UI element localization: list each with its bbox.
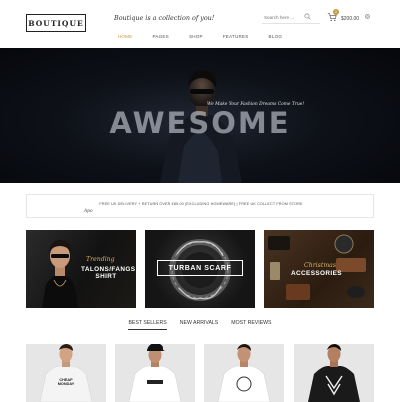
search-icon[interactable]	[304, 13, 311, 20]
product-card[interactable]	[204, 344, 284, 402]
banner-title-line1: TALONS/FANGS	[81, 266, 136, 273]
nav-item-shop[interactable]: SHOP	[189, 34, 203, 46]
product-shirt-print: CHEAP MONDAY	[53, 378, 79, 386]
tab-new-arrivals[interactable]: NEW ARRIVALS	[180, 320, 219, 330]
banner-title-line2: SHIRT	[95, 273, 117, 281]
banner-title-accessories: ACCESSORIES	[291, 270, 342, 277]
product-image	[308, 344, 360, 402]
tab-best-sellers[interactable]: BEST SELLERS	[128, 320, 167, 330]
product-card[interactable]	[115, 344, 195, 402]
promo-banner-turban-scarf[interactable]: TURBAN SCARF	[145, 230, 255, 308]
cart-total[interactable]: $200.00	[341, 16, 359, 22]
banner-accessories-image	[268, 234, 366, 300]
banner-script-trending: Trending	[86, 256, 115, 263]
promo-banner-talons-shirt[interactable]: Trending TALONS/FANGS SHIRT	[26, 230, 136, 308]
nav-item-features[interactable]: FEATURES	[223, 34, 249, 46]
cart-count-badge: 0	[333, 9, 339, 15]
nav-item-pages[interactable]: PAGES	[152, 34, 169, 46]
product-image	[128, 344, 182, 402]
banner-title-talons: TALONS/FANGS SHIRT	[81, 266, 136, 281]
site-logo[interactable]: BOUTIQUE	[26, 14, 86, 32]
search-input[interactable]	[262, 12, 320, 24]
shirt-print-line2: MONDAY	[57, 381, 75, 386]
settings-icon[interactable]	[364, 13, 371, 20]
site-tagline: Boutique is a collection of you!	[114, 14, 215, 22]
delivery-signature: Apo	[84, 209, 93, 214]
product-image	[217, 344, 271, 402]
tab-most-reviews[interactable]: MOST REVIEWS	[231, 320, 271, 330]
banner-model-image	[42, 240, 78, 308]
banner-script-christmas: Christmas	[304, 262, 337, 269]
nav-item-blog[interactable]: BLOG	[269, 34, 283, 46]
main-nav: HOME PAGES SHOP FEATURES BLOG	[0, 34, 400, 46]
delivery-notice: FREE UK DELIVERY + RETURN OVER £85.00 (E…	[26, 194, 374, 218]
hero-banner[interactable]: We Make Your Fashion Dreams Come True! A…	[0, 48, 400, 183]
banner-title-turban-scarf: TURBAN SCARF	[157, 260, 243, 276]
hero-title: AWESOME	[109, 106, 291, 140]
product-card[interactable]	[294, 344, 374, 402]
product-image	[39, 344, 93, 402]
product-card[interactable]: CHEAP MONDAY	[26, 344, 106, 402]
product-tabs: BEST SELLERS NEW ARRIVALS MOST REVIEWS	[0, 320, 400, 330]
promo-banner-accessories[interactable]: Christmas ACCESSORIES	[264, 230, 374, 308]
nav-item-home[interactable]: HOME	[118, 34, 133, 46]
delivery-text: FREE UK DELIVERY + RETURN OVER £85.00 (E…	[99, 202, 303, 206]
